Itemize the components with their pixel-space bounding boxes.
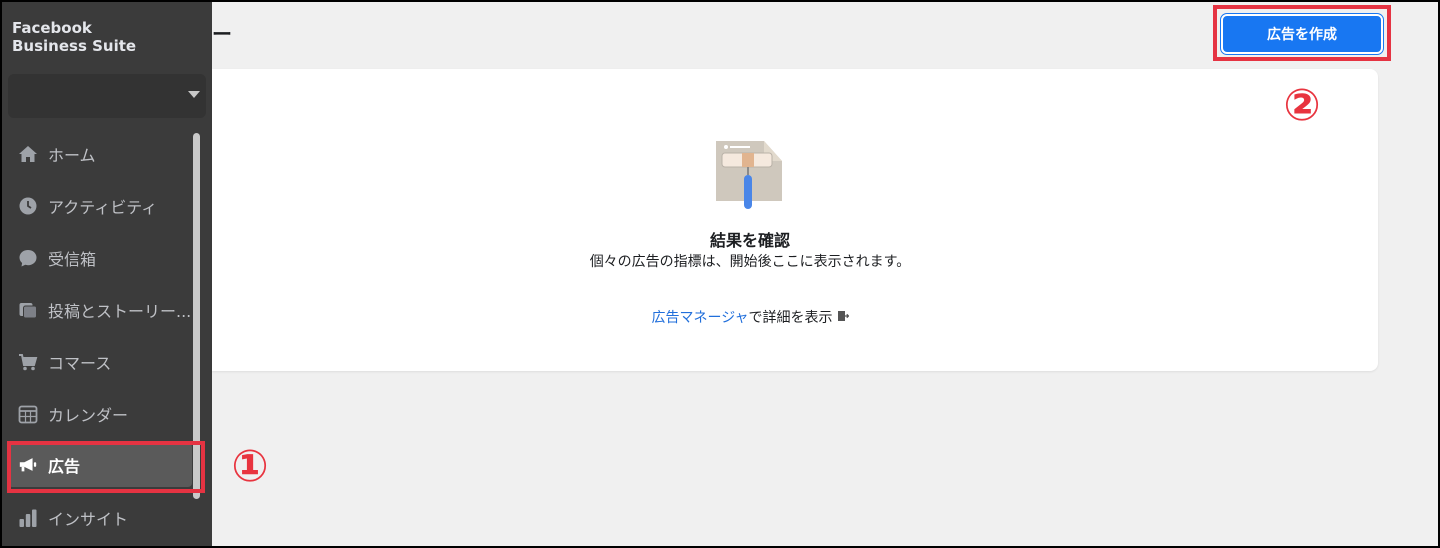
sidebar-item-label: コマース bbox=[48, 354, 112, 373]
empty-state-description: 個々の広告の指標は、開始後ここに表示されます。 bbox=[589, 254, 911, 270]
sidebar-item-label: カレンダー bbox=[48, 406, 129, 425]
sidebar-item-posts[interactable]: 投稿とストーリー... bbox=[8, 288, 192, 332]
brand-line-2: Business Suite bbox=[12, 37, 137, 55]
inbox-icon bbox=[18, 248, 38, 268]
external-link-icon[interactable] bbox=[837, 310, 849, 326]
sidebar-item-commerce[interactable]: コマース bbox=[8, 340, 192, 384]
ads-manager-line: 広告マネージャで詳細を表示 bbox=[212, 307, 1288, 327]
brand-line-1: Facebook bbox=[12, 19, 92, 37]
highlight-create-ad bbox=[1213, 5, 1391, 61]
sidebar-item-insights[interactable]: インサイト bbox=[8, 496, 192, 540]
chevron-down-icon bbox=[188, 91, 200, 98]
sidebar-item-inbox[interactable]: 受信箱 bbox=[8, 236, 192, 280]
annotation-marker-1: ① bbox=[231, 441, 269, 492]
annotation-marker-2: ② bbox=[1283, 80, 1321, 131]
brand-logo[interactable]: Facebook Business Suite bbox=[12, 19, 136, 55]
cart-icon bbox=[18, 352, 38, 372]
home-icon bbox=[18, 144, 38, 164]
empty-state-title: 結果を確認 bbox=[709, 231, 790, 250]
insights-icon bbox=[18, 508, 38, 528]
sidebar-item-label: ホーム bbox=[48, 146, 96, 165]
sidebar-item-label: インサイト bbox=[48, 510, 129, 529]
highlight-ads-nav bbox=[7, 441, 205, 493]
posts-icon bbox=[18, 300, 38, 320]
sidebar-item-activity[interactable]: アクティビティ bbox=[8, 184, 192, 228]
sidebar-item-calendar[interactable]: カレンダー bbox=[8, 392, 192, 436]
empty-state-card: 結果を確認 個々の広告の指標は、開始後ここに表示されます。 広告マネージャで詳細… bbox=[212, 69, 1378, 371]
sidebar-item-home[interactable]: ホーム bbox=[8, 132, 192, 176]
page-title: ー bbox=[212, 22, 232, 46]
sidebar-item-label: アクティビティ bbox=[48, 198, 158, 217]
activity-icon bbox=[18, 196, 38, 216]
ads-manager-link[interactable]: 広告マネージャ bbox=[651, 310, 748, 326]
paint-roller-illustration bbox=[712, 139, 784, 219]
calendar-icon bbox=[18, 404, 38, 424]
ads-manager-suffix: で詳細を表示 bbox=[748, 310, 833, 326]
sidebar-item-label: 投稿とストーリー... bbox=[48, 302, 192, 321]
app-window: Facebook Business Suite ホーム アクティビティ 受信箱 bbox=[2, 2, 1438, 546]
sidebar-item-label: 受信箱 bbox=[48, 250, 97, 269]
account-selector[interactable] bbox=[8, 74, 206, 118]
